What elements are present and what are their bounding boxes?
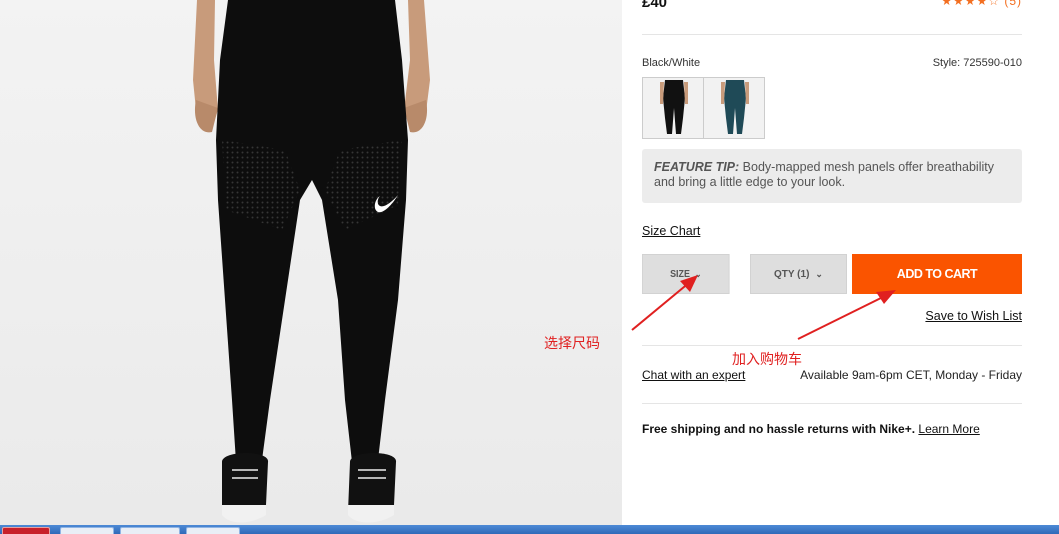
leggings-illustration — [193, 0, 430, 523]
divider — [642, 34, 1022, 35]
product-details-panel: £40 ★★★★☆ (5) Black/White Style: 725590-… — [642, 0, 1022, 525]
chat-with-expert-link[interactable]: Chat with an expert — [642, 368, 745, 382]
rating-count: (5) — [1004, 0, 1022, 8]
quantity-dropdown[interactable]: QTY (1) ⌄ — [750, 254, 847, 294]
style-number: Style: 725590-010 — [932, 57, 1022, 69]
start-button[interactable] — [2, 527, 50, 534]
taskbar-item[interactable] — [120, 527, 180, 534]
save-to-wish-list-link[interactable]: Save to Wish List — [925, 309, 1022, 323]
rating[interactable]: ★★★★☆ (5) — [941, 0, 1022, 8]
size-label: SIZE — [670, 268, 690, 280]
size-dropdown[interactable]: SIZE ⌄ — [642, 254, 730, 294]
shipping-text: Free shipping and no hassle returns with… — [642, 422, 916, 436]
availability-hours: Available 9am-6pm CET, Monday - Friday — [800, 368, 1022, 382]
add-to-cart-button[interactable]: ADD TO CART — [852, 254, 1022, 294]
learn-more-link[interactable]: Learn More — [918, 422, 979, 436]
divider — [642, 345, 1022, 346]
color-name: Black/White — [642, 57, 701, 69]
size-chart-link[interactable]: Size Chart — [642, 224, 700, 238]
shipping-info: Free shipping and no hassle returns with… — [642, 422, 980, 436]
quantity-label: QTY (1) — [774, 268, 810, 280]
feature-tip: FEATURE TIP: Body-mapped mesh panels off… — [642, 149, 1022, 203]
chevron-down-icon: ⌄ — [695, 268, 702, 279]
swatch-thumbnail-icon — [721, 80, 749, 134]
product-image — [0, 0, 622, 525]
color-swatch-teal[interactable] — [703, 77, 765, 139]
feature-tip-label: FEATURE TIP: — [654, 160, 740, 174]
taskbar — [0, 525, 1059, 534]
divider — [642, 403, 1022, 404]
chevron-down-icon: ⌄ — [815, 268, 823, 279]
annotation-select-size: 选择尺码 — [544, 336, 600, 352]
star-rating-icon: ★★★★☆ — [941, 0, 1000, 8]
price: £40 — [642, 0, 668, 11]
color-swatch-black[interactable] — [642, 77, 704, 139]
swatch-thumbnail-icon — [660, 80, 688, 134]
taskbar-item[interactable] — [186, 527, 240, 534]
taskbar-item[interactable] — [60, 527, 114, 534]
annotation-add-to-cart: 加入购物车 — [732, 352, 802, 368]
